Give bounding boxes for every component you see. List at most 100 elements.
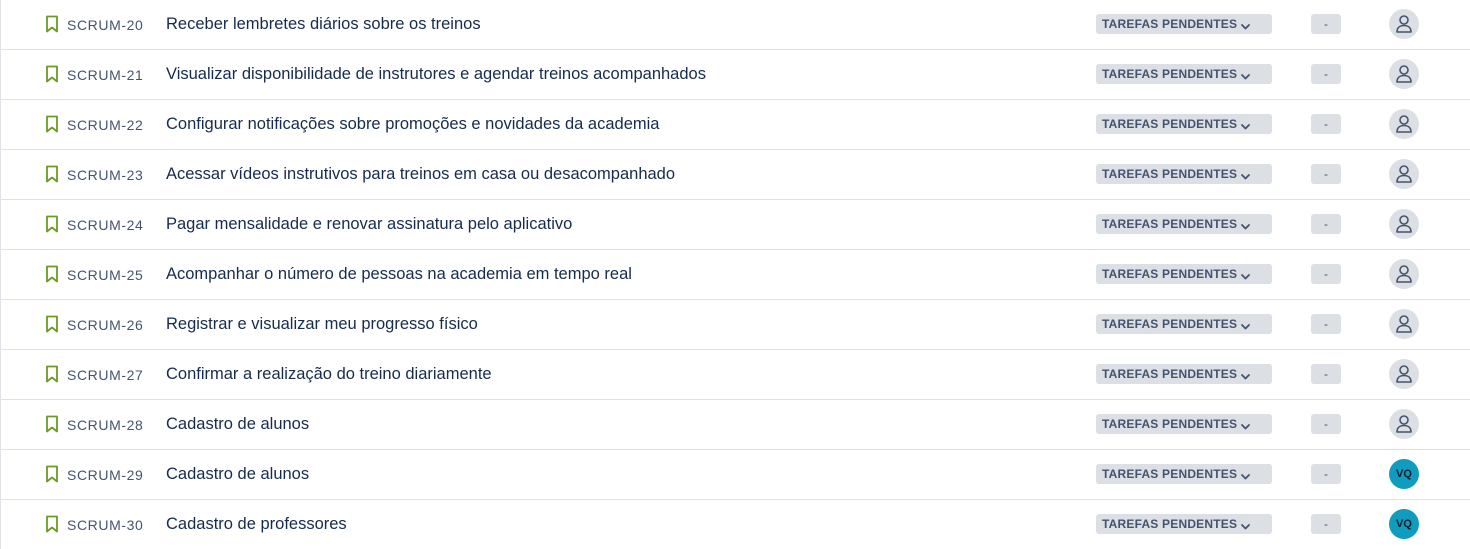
unassigned-avatar[interactable] [1389, 309, 1419, 339]
chevron-down-icon [1240, 69, 1251, 80]
issue-summary[interactable]: Cadastro de alunos [166, 414, 309, 434]
issue-summary[interactable]: Pagar mensalidade e renovar assinatura p… [166, 214, 572, 234]
status-label: TAREFAS PENDENTES [1102, 517, 1238, 531]
story-points-field[interactable]: - [1311, 14, 1341, 34]
story-points-field[interactable]: - [1311, 364, 1341, 384]
issue-summary[interactable]: Configurar notificações sobre promoções … [166, 114, 659, 134]
bookmark-icon [44, 215, 60, 233]
story-points-field[interactable]: - [1311, 114, 1341, 134]
issue-key-link[interactable]: SCRUM-25 [67, 266, 143, 284]
issue-row[interactable]: SCRUM-21 Visualizar disponibilidade de i… [1, 50, 1470, 100]
status-dropdown[interactable]: TAREFAS PENDENTES [1096, 314, 1272, 334]
issue-row[interactable]: SCRUM-22 Configurar notificações sobre p… [1, 100, 1470, 150]
status-label: TAREFAS PENDENTES [1102, 467, 1238, 481]
issue-key-link[interactable]: SCRUM-22 [67, 116, 143, 134]
issue-key-link[interactable]: SCRUM-27 [67, 366, 143, 384]
issue-summary[interactable]: Confirmar a realização do treino diariam… [166, 364, 492, 384]
chevron-down-icon [1240, 519, 1251, 530]
bookmark-icon [44, 265, 60, 283]
bookmark-icon [44, 15, 60, 33]
status-label: TAREFAS PENDENTES [1102, 117, 1238, 131]
status-dropdown[interactable]: TAREFAS PENDENTES [1096, 64, 1272, 84]
story-points-field[interactable]: - [1311, 164, 1341, 184]
status-dropdown[interactable]: TAREFAS PENDENTES [1096, 264, 1272, 284]
chevron-down-icon [1240, 219, 1251, 230]
status-label: TAREFAS PENDENTES [1102, 217, 1238, 231]
status-label: TAREFAS PENDENTES [1102, 317, 1238, 331]
assignee-avatar[interactable]: VQ [1389, 509, 1419, 539]
unassigned-avatar[interactable] [1389, 109, 1419, 139]
chevron-down-icon [1240, 19, 1251, 30]
status-label: TAREFAS PENDENTES [1102, 167, 1238, 181]
status-dropdown[interactable]: TAREFAS PENDENTES [1096, 414, 1272, 434]
issue-row[interactable]: SCRUM-29 Cadastro de alunos TAREFAS PEND… [1, 450, 1470, 500]
unassigned-avatar[interactable] [1389, 59, 1419, 89]
issue-summary[interactable]: Visualizar disponibilidade de instrutore… [166, 64, 706, 84]
bookmark-icon [44, 365, 60, 383]
status-dropdown[interactable]: TAREFAS PENDENTES [1096, 464, 1272, 484]
status-label: TAREFAS PENDENTES [1102, 267, 1238, 281]
issue-row[interactable]: SCRUM-20 Receber lembretes diários sobre… [1, 0, 1470, 50]
bookmark-icon [44, 165, 60, 183]
story-points-field[interactable]: - [1311, 264, 1341, 284]
issue-key-link[interactable]: SCRUM-26 [67, 316, 143, 334]
unassigned-avatar[interactable] [1389, 409, 1419, 439]
story-points-field[interactable]: - [1311, 214, 1341, 234]
issue-row[interactable]: SCRUM-25 Acompanhar o número de pessoas … [1, 250, 1470, 300]
issue-key-link[interactable]: SCRUM-20 [67, 16, 143, 34]
issue-key-link[interactable]: SCRUM-30 [67, 516, 143, 534]
bookmark-icon [44, 115, 60, 133]
issue-summary[interactable]: Cadastro de professores [166, 514, 347, 534]
status-dropdown[interactable]: TAREFAS PENDENTES [1096, 14, 1272, 34]
chevron-down-icon [1240, 369, 1251, 380]
bookmark-icon [44, 515, 60, 533]
chevron-down-icon [1240, 419, 1251, 430]
issue-row[interactable]: SCRUM-27 Confirmar a realização do trein… [1, 350, 1470, 400]
status-label: TAREFAS PENDENTES [1102, 17, 1238, 31]
issue-key-link[interactable]: SCRUM-24 [67, 216, 143, 234]
status-dropdown[interactable]: TAREFAS PENDENTES [1096, 164, 1272, 184]
chevron-down-icon [1240, 119, 1251, 130]
chevron-down-icon [1240, 269, 1251, 280]
issue-summary[interactable]: Acessar vídeos instrutivos para treinos … [166, 164, 675, 184]
chevron-down-icon [1240, 469, 1251, 480]
story-points-field[interactable]: - [1311, 514, 1341, 534]
backlog-issue-list: SCRUM-20 Receber lembretes diários sobre… [0, 0, 1470, 549]
issue-row[interactable]: SCRUM-30 Cadastro de professores TAREFAS… [1, 500, 1470, 549]
status-dropdown[interactable]: TAREFAS PENDENTES [1096, 364, 1272, 384]
story-points-field[interactable]: - [1311, 64, 1341, 84]
assignee-avatar[interactable]: VQ [1389, 459, 1419, 489]
bookmark-icon [44, 465, 60, 483]
bookmark-icon [44, 65, 60, 83]
status-dropdown[interactable]: TAREFAS PENDENTES [1096, 514, 1272, 534]
issue-key-link[interactable]: SCRUM-29 [67, 466, 143, 484]
status-dropdown[interactable]: TAREFAS PENDENTES [1096, 214, 1272, 234]
issue-summary[interactable]: Acompanhar o número de pessoas na academ… [166, 264, 632, 284]
issue-summary[interactable]: Receber lembretes diários sobre os trein… [166, 14, 481, 34]
story-points-field[interactable]: - [1311, 314, 1341, 334]
status-label: TAREFAS PENDENTES [1102, 367, 1238, 381]
issue-key-link[interactable]: SCRUM-28 [67, 416, 143, 434]
issue-key-link[interactable]: SCRUM-23 [67, 166, 143, 184]
unassigned-avatar[interactable] [1389, 259, 1419, 289]
bookmark-icon [44, 315, 60, 333]
issue-row[interactable]: SCRUM-24 Pagar mensalidade e renovar ass… [1, 200, 1470, 250]
chevron-down-icon [1240, 319, 1251, 330]
issue-summary[interactable]: Registrar e visualizar meu progresso fís… [166, 314, 478, 334]
chevron-down-icon [1240, 169, 1251, 180]
issue-row[interactable]: SCRUM-26 Registrar e visualizar meu prog… [1, 300, 1470, 350]
unassigned-avatar[interactable] [1389, 209, 1419, 239]
issue-row[interactable]: SCRUM-28 Cadastro de alunos TAREFAS PEND… [1, 400, 1470, 450]
unassigned-avatar[interactable] [1389, 159, 1419, 189]
unassigned-avatar[interactable] [1389, 9, 1419, 39]
story-points-field[interactable]: - [1311, 414, 1341, 434]
bookmark-icon [44, 415, 60, 433]
issue-summary[interactable]: Cadastro de alunos [166, 464, 309, 484]
story-points-field[interactable]: - [1311, 464, 1341, 484]
status-dropdown[interactable]: TAREFAS PENDENTES [1096, 114, 1272, 134]
issue-row[interactable]: SCRUM-23 Acessar vídeos instrutivos para… [1, 150, 1470, 200]
issue-key-link[interactable]: SCRUM-21 [67, 66, 143, 84]
status-label: TAREFAS PENDENTES [1102, 67, 1238, 81]
unassigned-avatar[interactable] [1389, 359, 1419, 389]
status-label: TAREFAS PENDENTES [1102, 417, 1238, 431]
